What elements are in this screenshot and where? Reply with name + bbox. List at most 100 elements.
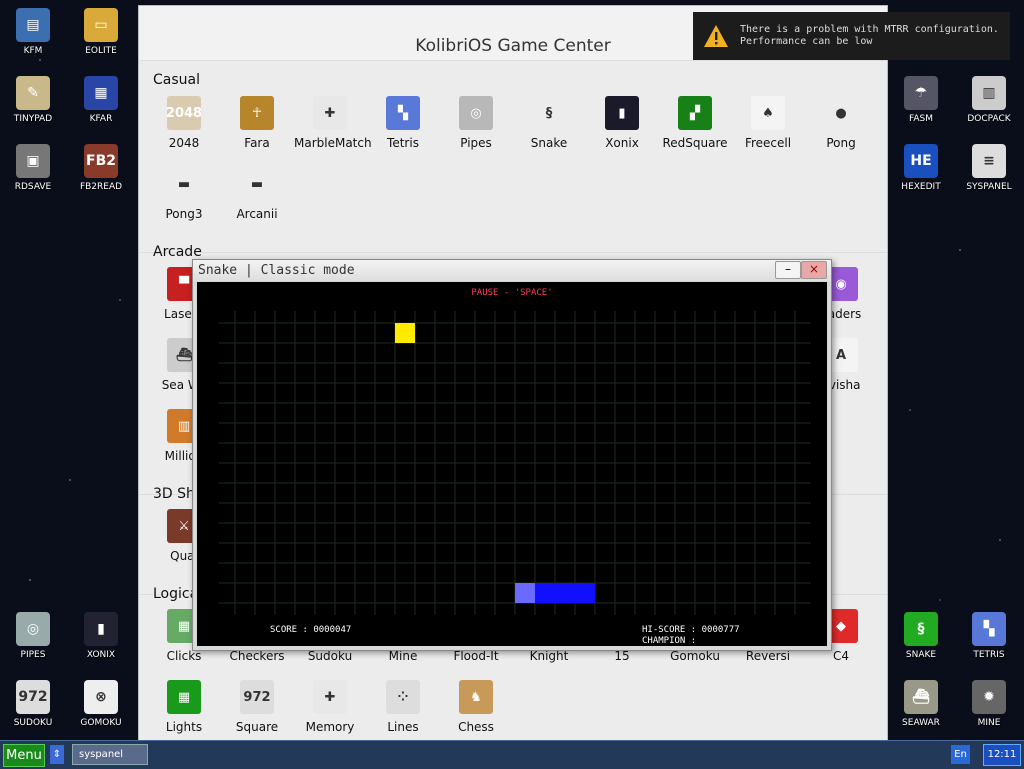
2048-launcher[interactable]: 2048 2048 (148, 96, 220, 150)
launcher-label: Pong (826, 136, 856, 150)
launcher-label: Gomoku (670, 649, 720, 663)
2048-icon: 2048 (166, 96, 202, 130)
task-syspanel[interactable]: syspanel (72, 744, 148, 765)
square-launcher[interactable]: 972 Square (221, 680, 293, 734)
chess-knight-icon: ♞ (459, 680, 493, 714)
hex-edit-icon: HE (904, 144, 938, 178)
launcher-label: Pipes (460, 136, 492, 150)
launcher-label: GOMOKU (80, 718, 122, 728)
xonix-launcher[interactable]: ▮ XONIX (69, 612, 133, 660)
taskbar: Menu ⇕ syspanel En 12:11 (0, 740, 1024, 769)
launcher-label: XONIX (86, 650, 116, 660)
mtrr-notification[interactable]: There is a problem with MTRR configurati… (693, 12, 1010, 60)
xonix-icon: ▮ (84, 612, 118, 646)
mine-launcher[interactable]: ✹ MINE (957, 680, 1021, 728)
launcher-label: TINYPAD (13, 114, 53, 124)
launcher-label: Flood-It (453, 649, 499, 663)
launcher-label: DOCPACK (967, 114, 1011, 124)
square-icon: 972 (240, 680, 274, 714)
paddle-icon: ▬ (167, 167, 201, 201)
docpack-icon: ▥ (972, 76, 1006, 110)
kfar-icon: ▦ (84, 76, 118, 110)
switch-icon[interactable]: ⇕ (50, 745, 64, 764)
lines-launcher[interactable]: ⁘ Lines (367, 680, 439, 734)
launcher-label: Clicks (166, 649, 202, 663)
section-divider (139, 252, 887, 253)
launcher-label: SNAKE (905, 650, 937, 660)
syspanel-launcher[interactable]: ≡ SYSPANEL (957, 144, 1021, 192)
memory-launcher[interactable]: ✚ Memory (294, 680, 366, 734)
ball-icon: ● (824, 96, 858, 130)
rdsave-launcher[interactable]: ▣ RDSAVE (1, 144, 65, 192)
snake-icon: § (532, 96, 566, 130)
arcanii-launcher[interactable]: ▬ Arcanii (221, 167, 293, 221)
redsquare-launcher[interactable]: ▞ RedSquare (659, 96, 731, 150)
paddle-icon: ▬ (240, 167, 274, 201)
launcher-label: TETRIS (973, 650, 1005, 660)
tetris-icon: ▚ (386, 96, 420, 130)
minimize-button[interactable]: – (775, 261, 801, 279)
freecell-launcher[interactable]: ♠ Freecell (732, 96, 804, 150)
launcher-label: Knight (529, 649, 569, 663)
tetris-launcher[interactable]: ▚ Tetris (367, 96, 439, 150)
snake-board[interactable] (197, 282, 827, 646)
notification-line-1: There is a problem with MTRR configurati… (740, 24, 999, 35)
fasm-launcher[interactable]: ☂ FASM (889, 76, 953, 124)
gomoku-launcher[interactable]: ⊗ GOMOKU (69, 680, 133, 728)
language-indicator[interactable]: En (951, 745, 970, 764)
fb2read-launcher[interactable]: FB2 FB2READ (69, 144, 133, 192)
pong-launcher[interactable]: ● Pong (805, 96, 877, 150)
section-casual: Casual (153, 72, 200, 88)
snake-launcher[interactable]: § SNAKE (889, 612, 953, 660)
tetris-icon: ▚ (972, 612, 1006, 646)
tetris-launcher[interactable]: ▚ TETRIS (957, 612, 1021, 660)
launcher-label: Mine (388, 649, 418, 663)
snake-window: Snake | Classic mode – × PAUSE - 'SPACE'… (192, 259, 832, 651)
launcher-label: HEXEDIT (901, 182, 941, 192)
docpack-launcher[interactable]: ▥ DOCPACK (957, 76, 1021, 124)
chess-launcher[interactable]: ♞ Chess (440, 680, 512, 734)
snake-game-canvas[interactable]: PAUSE - 'SPACE' SCORE : 0000047 HI-SCORE… (197, 282, 827, 646)
launcher-label: 15 (614, 649, 630, 663)
eolite-launcher[interactable]: ▭ EOLITE (69, 8, 133, 56)
menu-button[interactable]: Menu (3, 744, 45, 767)
pong3-launcher[interactable]: ▬ Pong3 (148, 167, 220, 221)
launcher-label: Sudoku (307, 649, 353, 663)
section-arcade: Arcade (153, 244, 202, 260)
launcher-label: Tetris (387, 136, 419, 150)
sudoku-launcher[interactable]: 972 SUDOKU (1, 680, 65, 728)
marblematch-launcher[interactable]: ✚ MarbleMatch (294, 96, 372, 150)
launcher-label: RedSquare (662, 136, 728, 150)
pipes-icon: ◎ (459, 96, 493, 130)
gamepad-icon: ✚ (313, 680, 347, 714)
launcher-label: KFAR (89, 114, 113, 124)
close-button[interactable]: × (801, 261, 827, 279)
snake-window-title: Snake | Classic mode (193, 260, 831, 281)
lights-launcher[interactable]: ▦ Lights (148, 680, 220, 734)
sudoku-icon: 972 (16, 680, 50, 714)
kfar-launcher[interactable]: ▦ KFAR (69, 76, 133, 124)
launcher-label: Fara (244, 136, 270, 150)
launcher-label: RDSAVE (14, 182, 52, 192)
pause-hint: PAUSE - 'SPACE' (471, 288, 553, 298)
mine-icon: ✹ (972, 680, 1006, 714)
pipes-launcher[interactable]: ◎ PIPES (1, 612, 65, 660)
hexedit-launcher[interactable]: HE HEXEDIT (889, 144, 953, 192)
snake-body-segment (555, 583, 575, 603)
kfm-launcher[interactable]: ▤ KFM (1, 8, 65, 56)
launcher-label: MarbleMatch (294, 136, 372, 150)
lights-icon: ▦ (167, 680, 201, 714)
redsquare-icon: ▞ (678, 96, 712, 130)
fara-launcher[interactable]: ☥ Fara (221, 96, 293, 150)
seawar-icon: ⛴ (904, 680, 938, 714)
cards-icon: ♠ (751, 96, 785, 130)
snake-body-segment (575, 583, 595, 603)
snake-launcher[interactable]: § Snake (513, 96, 585, 150)
tinypad-launcher[interactable]: ✎ TINYPAD (1, 76, 65, 124)
pipes-launcher[interactable]: ◎ Pipes (440, 96, 512, 150)
snake-body-segment (535, 583, 555, 603)
gamepad-icon: ✚ (313, 96, 347, 130)
xonix-launcher[interactable]: ▮ Xonix (586, 96, 658, 150)
seawar-launcher[interactable]: ⛴ SEAWAR (889, 680, 953, 728)
launcher-label: 2048 (168, 136, 200, 150)
